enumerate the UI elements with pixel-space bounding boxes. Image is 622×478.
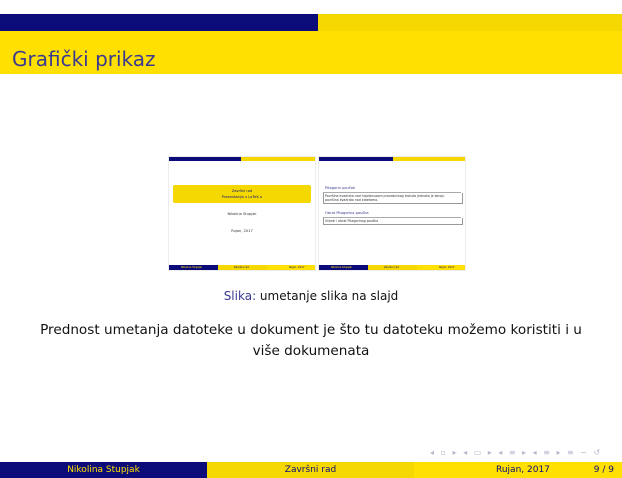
- thumb-top-navy: [169, 157, 241, 161]
- thumb2-top-yellow: [393, 157, 465, 161]
- slide-title: Grafički prikaz: [12, 47, 156, 71]
- thumb2-block1-title: Pitagorin poučak: [325, 186, 356, 190]
- thumb2-footer-date: Rujan, 2017: [439, 266, 455, 269]
- footer-author: Nikolina Stupjak: [0, 462, 207, 478]
- thumb2-footer-mid: Završni rad: [368, 265, 417, 270]
- slide-footer: Nikolina Stupjak Završni rad Rujan, 2017…: [0, 462, 622, 478]
- thumb-author: Nikolina Stupjak: [227, 212, 257, 216]
- thumb2-footer-left: Nikolina Stupjak: [319, 265, 368, 270]
- footer-date: Rujan, 2017: [496, 465, 550, 475]
- thumb-top-yellow: [241, 157, 315, 161]
- thumb-footer: Nikolina Stupjak Završni rad Rujan, 2017: [169, 265, 315, 270]
- thumb2-footer-title: Završni rad: [384, 266, 399, 269]
- thumb-footer-title: Završni rad: [234, 266, 249, 269]
- caption-label: Slika:: [223, 289, 257, 303]
- thumb-footer-author: Nikolina Stupjak: [181, 266, 202, 269]
- thumb2-block1-text: Površina kvadrata nad hipotenuzom pravok…: [325, 194, 445, 202]
- thumb2-footer-author: Nikolina Stupjak: [331, 266, 352, 269]
- thumb2-block2-text: Vrijedi i obrat Pitagorinog poučka: [325, 219, 379, 223]
- thumb-title-box: [173, 185, 311, 203]
- thumb-date: Rujan, 2017: [231, 229, 253, 233]
- thumb2-footer-right: Rujan, 2017: [417, 265, 465, 270]
- top-bar-navy: [0, 14, 318, 31]
- thumb-title: Završni rad: [231, 189, 253, 193]
- thumb-footer-right: Rujan, 2017: [267, 265, 315, 270]
- thumb-footer-date: Rujan, 2017: [289, 266, 305, 269]
- thumbnail-title-slide: Završni rad Prezentacija u LaTeX-u Nikol…: [169, 157, 315, 270]
- top-bar-yellow: [318, 14, 622, 31]
- thumb-footer-mid: Završni rad: [218, 265, 267, 270]
- thumb2-top-navy: [319, 157, 393, 161]
- thumb-footer-left: Nikolina Stupjak: [169, 265, 218, 270]
- thumb2-footer: Nikolina Stupjak Završni rad Rujan, 2017: [319, 265, 465, 270]
- slide-paragraph: Prednost umetanja datoteke u dokument je…: [40, 322, 582, 359]
- top-decoration-bar: [0, 14, 622, 31]
- figure-caption: Slika: umetanje slika na slajd: [0, 289, 622, 303]
- thumbnail-pythagoras-slide: Pitagorin poučak Površina kvadrata nad h…: [319, 157, 465, 270]
- thumb-subtitle: Prezentacija u LaTeX-u: [221, 195, 263, 199]
- footer-page-number: 9 / 9: [593, 465, 614, 475]
- footer-title: Završni rad: [207, 462, 414, 478]
- caption-text: umetanje slika na slajd: [256, 289, 399, 303]
- footer-right: Rujan, 2017 9 / 9: [414, 462, 622, 478]
- thumb2-block2-title: Obrat Pitagorina poučka: [325, 211, 369, 215]
- beamer-navigation-icons[interactable]: ◂ ▫ ▸ ◂ ▭ ▸ ◂ ≡ ▸ ◂ ≡ ▸ ≡ ∽ ↺: [430, 448, 602, 457]
